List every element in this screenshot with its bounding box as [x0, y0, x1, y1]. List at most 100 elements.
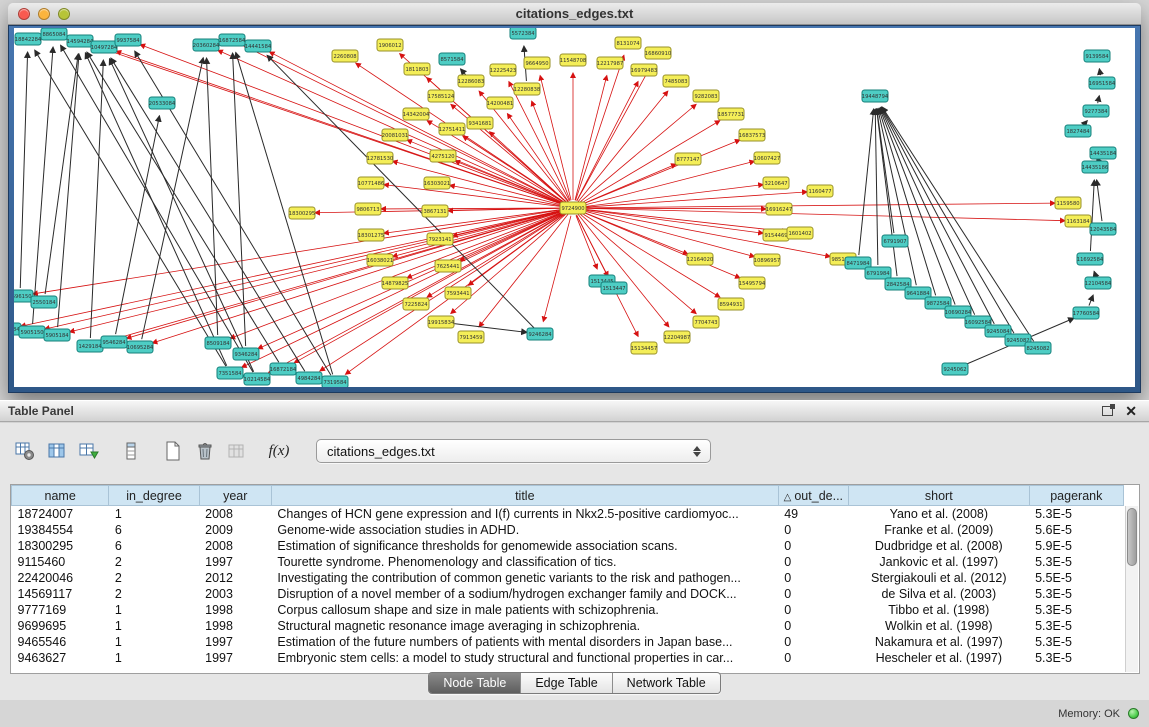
graph-node[interactable]: 7225824 [403, 298, 429, 310]
graph-node[interactable]: 9346284 [233, 348, 259, 360]
graph-node[interactable]: 8594931 [718, 298, 744, 310]
graph-node[interactable]: 14441584 [245, 40, 272, 52]
merge-tables-icon[interactable] [224, 438, 250, 464]
graph-node[interactable]: 9341681 [467, 117, 493, 129]
table-row[interactable]: 977716911998Corpus callosum shape and si… [12, 602, 1124, 618]
float-panel-icon[interactable] [1102, 406, 1113, 416]
graph-node[interactable]: 15495794 [739, 277, 766, 289]
table-selector[interactable]: citations_edges.txt [316, 439, 711, 463]
graph-node[interactable]: 14342004 [403, 108, 430, 120]
graph-node[interactable]: 7351584 [217, 367, 243, 379]
graph-node[interactable]: 12225423 [490, 64, 516, 76]
graph-node[interactable]: 9724900 [560, 202, 586, 214]
table-panel-header[interactable]: Table Panel ✕ [0, 400, 1149, 422]
graph-node[interactable]: 16916247 [766, 203, 792, 215]
graph-node[interactable]: 12751411 [439, 123, 465, 135]
graph-node[interactable]: 2596150 [14, 290, 33, 302]
graph-node[interactable]: 20533084 [149, 97, 176, 109]
graph-node[interactable]: 7923141 [427, 233, 453, 245]
column-header-out-de-[interactable]: △out_de... [778, 486, 848, 506]
graph-node[interactable]: 20081031 [382, 129, 408, 141]
graph-node[interactable]: 6791984 [865, 267, 891, 279]
table-row[interactable]: 1938455462009Genome-wide association stu… [12, 522, 1124, 538]
graph-node[interactable]: 9154469 [763, 229, 789, 241]
column-header-short[interactable]: short [848, 486, 1029, 506]
graph-node[interactable]: 8509184 [205, 337, 231, 349]
graph-node[interactable]: 12280838 [514, 83, 540, 95]
graph-node[interactable]: 7593441 [445, 287, 471, 299]
graph-node[interactable]: 3210647 [763, 177, 789, 189]
tab-network-table[interactable]: Network Table [613, 673, 720, 693]
graph-node[interactable]: 7913459 [458, 331, 484, 343]
table-row[interactable]: 946362711997Embryonic stem cells: a mode… [12, 650, 1124, 666]
graph-node[interactable]: 8571584 [439, 53, 465, 65]
create-table-icon[interactable] [160, 438, 186, 464]
graph-node[interactable]: 20360284 [193, 39, 220, 51]
graph-node[interactable]: 9139584 [1084, 50, 1110, 62]
graph-node[interactable]: 7625441 [435, 260, 461, 272]
graph-node[interactable]: 17585124 [428, 90, 455, 102]
table-scrollbar[interactable] [1125, 506, 1138, 672]
graph-node[interactable]: 16979483 [631, 64, 657, 76]
graph-node[interactable]: 14200481 [487, 97, 513, 109]
graph-node[interactable]: 17760584 [1073, 307, 1100, 319]
column-format-icon[interactable] [118, 438, 144, 464]
column-header-in-degree[interactable]: in_degree [109, 486, 199, 506]
graph-node[interactable]: 10896957 [754, 254, 780, 266]
graph-node[interactable]: 16303021 [424, 177, 450, 189]
graph-node[interactable]: 16872584 [219, 34, 246, 46]
graph-node[interactable]: 8777147 [675, 153, 701, 165]
graph-node[interactable]: 11548708 [560, 54, 586, 66]
graph-node[interactable]: 12043584 [1090, 223, 1117, 235]
graph-node[interactable]: 1429184 [77, 340, 103, 352]
table-row[interactable]: 911546021997Tourette syndrome. Phenomeno… [12, 554, 1124, 570]
import-table-icon[interactable] [76, 438, 102, 464]
tab-edge-table[interactable]: Edge Table [521, 673, 612, 693]
graph-node[interactable]: 9806713 [355, 203, 381, 215]
graph-node[interactable]: 12217987 [597, 57, 623, 69]
graph-node[interactable]: 14879825 [382, 277, 408, 289]
graph-node[interactable]: 8245082 [1025, 342, 1051, 354]
graph-node[interactable]: 12286083 [458, 75, 484, 87]
graph-node[interactable]: 5905150 [19, 326, 45, 338]
graph-node[interactable]: 1827484 [1065, 125, 1091, 137]
graph-node[interactable]: 16038021 [367, 254, 393, 266]
graph-node[interactable]: 9664950 [524, 57, 550, 69]
graph-node[interactable]: 7704743 [693, 316, 719, 328]
graph-node[interactable]: 16872184 [270, 363, 297, 375]
graph-node[interactable]: 18577731 [718, 108, 744, 120]
graph-node[interactable]: 12104584 [1085, 277, 1112, 289]
graph-node[interactable]: 14435184 [1090, 147, 1117, 159]
graph-node[interactable]: 9546284 [101, 336, 127, 348]
graph-node[interactable]: 19915834 [428, 316, 455, 328]
delete-table-icon[interactable] [192, 438, 218, 464]
table-row[interactable]: 1872400712008Changes of HCN gene express… [12, 506, 1124, 522]
table-row[interactable]: 2242004622012Investigating the contribut… [12, 570, 1124, 586]
network-canvas[interactable]: 9724900115487081221798716979483748508392… [14, 28, 1135, 387]
graph-node[interactable]: 9277384 [1083, 105, 1109, 117]
graph-node[interactable]: 15134457 [631, 342, 657, 354]
graph-node[interactable]: 3867131 [422, 205, 448, 217]
graph-node[interactable]: 8865084 [41, 28, 67, 40]
graph-node[interactable]: 11692584 [1077, 253, 1104, 265]
select-columns-icon[interactable] [44, 438, 70, 464]
column-header-year[interactable]: year [199, 486, 271, 506]
graph-node[interactable]: 9937584 [115, 34, 141, 46]
table-settings-icon[interactable] [12, 438, 38, 464]
graph-node[interactable]: 12164020 [687, 253, 713, 265]
graph-node[interactable]: 16860910 [645, 47, 671, 59]
graph-node[interactable]: 16951584 [1089, 77, 1116, 89]
table-row[interactable]: 1830029562008Estimation of significance … [12, 538, 1124, 554]
graph-node[interactable]: 1159580 [1055, 197, 1081, 209]
graph-node[interactable]: 2260808 [332, 50, 358, 62]
column-header-pagerank[interactable]: pagerank [1029, 486, 1123, 506]
graph-node[interactable]: 18301275 [358, 229, 384, 241]
graph-node[interactable]: 10214584 [244, 373, 271, 385]
close-panel-icon[interactable]: ✕ [1125, 404, 1137, 418]
graph-node[interactable]: 12204987 [664, 331, 690, 343]
graph-node[interactable]: 2550184 [31, 296, 57, 308]
column-header-name[interactable]: name [12, 486, 109, 506]
graph-node[interactable]: 10771486 [358, 177, 384, 189]
graph-node[interactable]: 1601402 [787, 227, 813, 239]
network-graph[interactable]: 9724900115487081221798716979483748508392… [14, 28, 1135, 387]
